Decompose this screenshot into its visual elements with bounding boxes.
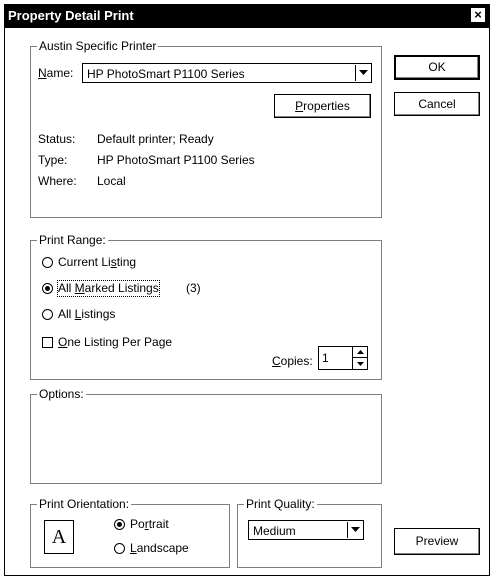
chevron-down-icon[interactable]	[347, 522, 362, 538]
printer-name-value: HP PhotoSmart P1100 Series	[87, 67, 245, 81]
landscape-label[interactable]: Landscape	[130, 541, 189, 556]
all-listings-label[interactable]: All Listings	[58, 307, 115, 322]
orientation-icon-letter: A	[51, 525, 67, 548]
cancel-button[interactable]: Cancel	[394, 92, 480, 116]
quality-value: Medium	[253, 524, 296, 538]
close-button[interactable]: ×	[470, 7, 486, 23]
portrait-radio[interactable]	[114, 519, 125, 530]
print-range-label: Print Range:	[37, 233, 108, 247]
chevron-down-icon[interactable]	[355, 65, 370, 81]
stepper-down-icon[interactable]	[352, 358, 367, 369]
stepper-up-icon[interactable]	[352, 347, 367, 358]
where-label: Where:	[38, 174, 77, 188]
copies-stepper[interactable]: 1	[318, 346, 368, 370]
properties-button[interactable]: Properties	[274, 94, 371, 118]
print-quality-select[interactable]: Medium	[248, 520, 364, 540]
one-per-page-label[interactable]: One Listing Per Page	[58, 335, 172, 350]
quality-label: Print Quality:	[244, 497, 317, 511]
portrait-label[interactable]: Portrait	[130, 517, 169, 532]
ok-button[interactable]: OK	[394, 55, 480, 80]
marked-count: (3)	[186, 281, 201, 295]
landscape-radio[interactable]	[114, 543, 125, 554]
window-title: Property Detail Print	[8, 8, 134, 23]
options-group: Options:	[30, 387, 382, 484]
current-listing-radio[interactable]	[42, 257, 53, 268]
where-value: Local	[97, 174, 126, 188]
page-orientation-icon: A	[44, 520, 74, 554]
one-per-page-checkbox[interactable]	[42, 337, 53, 348]
all-marked-label[interactable]: All Marked Listings	[57, 280, 160, 297]
title-bar: Property Detail Print ×	[4, 4, 490, 28]
status-label: Status:	[38, 132, 76, 146]
printer-group-label: Austin Specific Printer	[37, 39, 159, 53]
status-value: Default printer; Ready	[97, 132, 214, 146]
options-label: Options:	[37, 387, 86, 401]
current-listing-label[interactable]: Current Listing	[58, 255, 136, 270]
copies-label: Copies:	[272, 354, 313, 368]
all-marked-radio[interactable]	[42, 283, 53, 294]
preview-button[interactable]: Preview	[394, 528, 480, 555]
type-value: HP PhotoSmart P1100 Series	[97, 153, 255, 167]
printer-name-select[interactable]: HP PhotoSmart P1100 Series	[82, 63, 372, 83]
type-label: Type:	[38, 153, 68, 167]
printer-name-label: Name:	[38, 66, 74, 80]
copies-value[interactable]: 1	[322, 351, 329, 366]
all-listings-radio[interactable]	[42, 309, 53, 320]
orientation-label: Print Orientation:	[37, 497, 132, 511]
